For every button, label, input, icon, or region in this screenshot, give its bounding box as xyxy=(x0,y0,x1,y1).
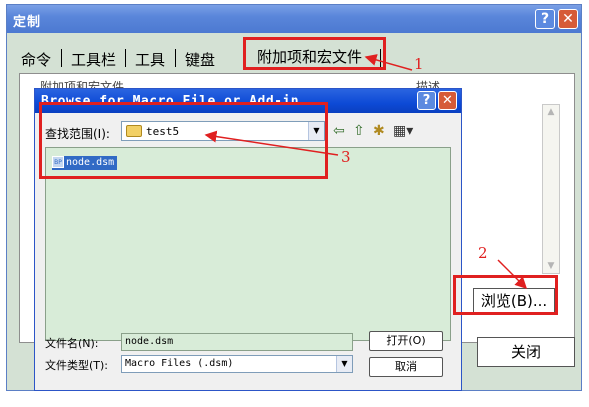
arrow-3 xyxy=(204,130,339,156)
arrow-1 xyxy=(364,54,413,71)
annotation-number-2: 2 xyxy=(478,244,488,262)
annotation-arrows xyxy=(204,54,528,290)
annotation-number-1: 1 xyxy=(414,55,424,73)
annotation-number-3: 3 xyxy=(341,148,351,166)
arrow-2 xyxy=(497,259,528,290)
